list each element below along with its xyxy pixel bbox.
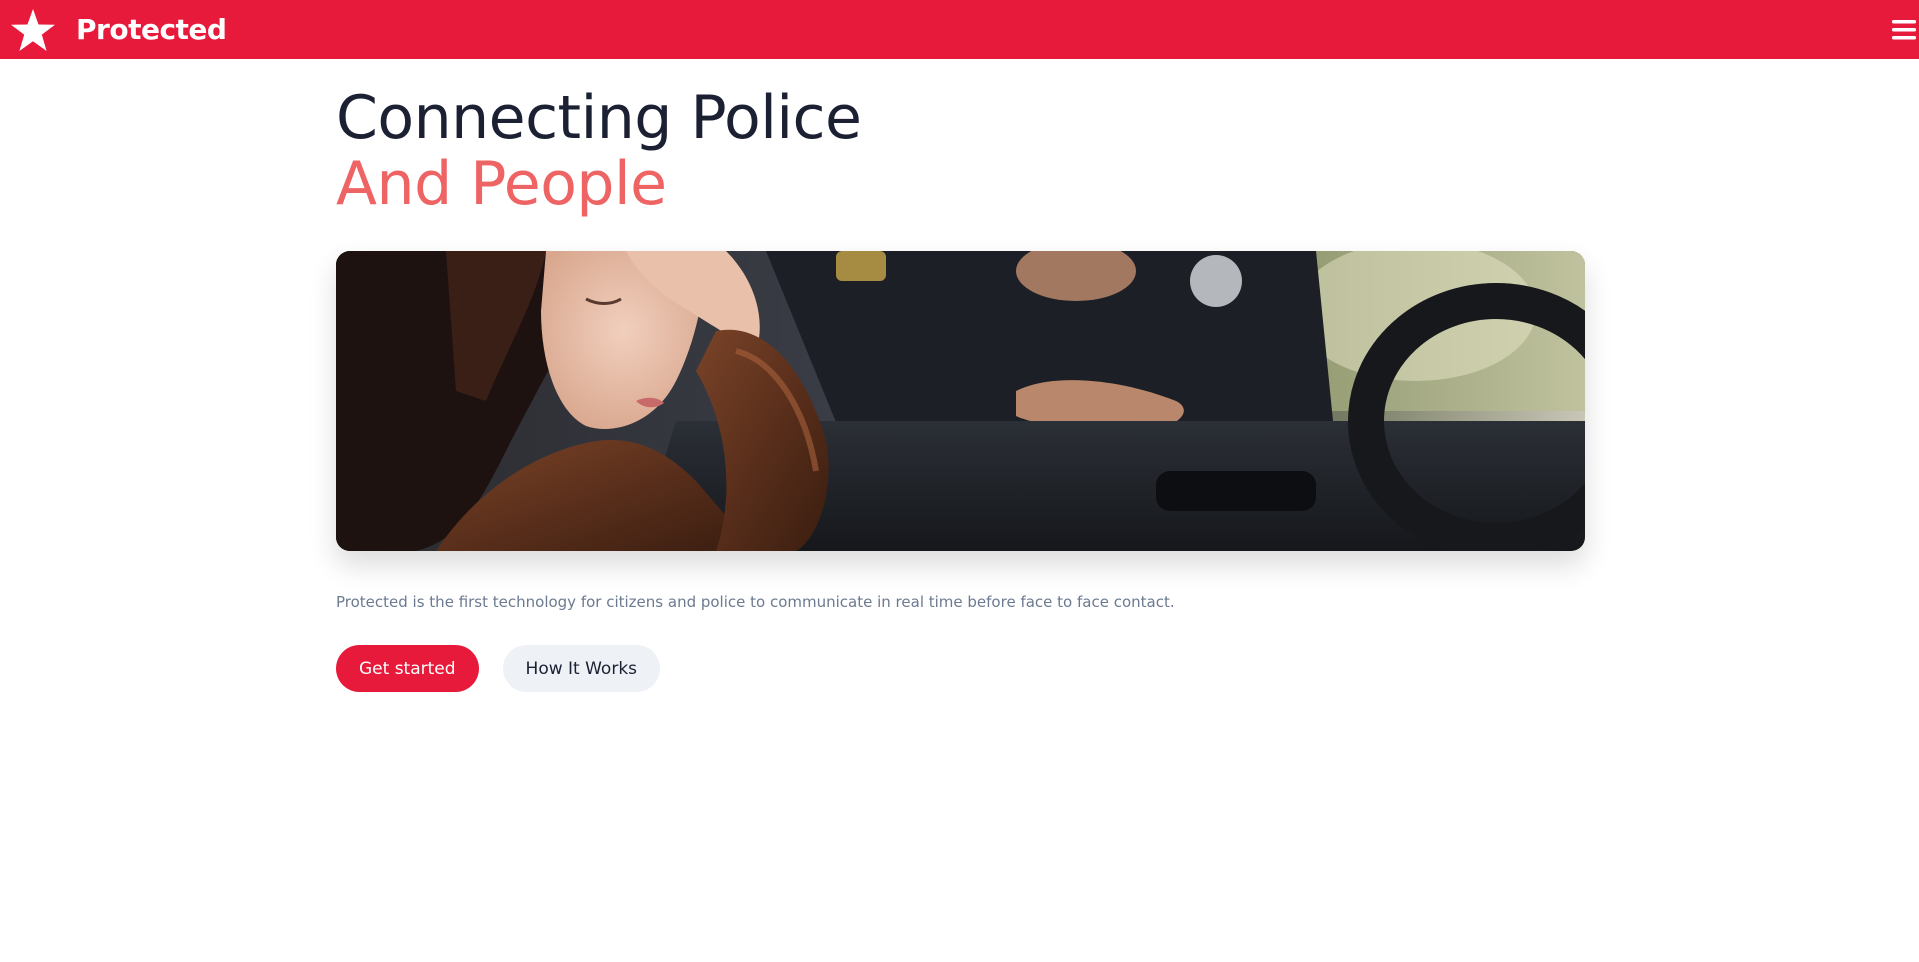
- hero-title-line-2: And People: [336, 149, 667, 219]
- how-it-works-button[interactable]: How It Works: [502, 645, 661, 692]
- hero-actions: Get started How It Works: [336, 645, 1585, 692]
- hero-title: Connecting Police And People: [336, 85, 1585, 217]
- hamburger-menu-icon[interactable]: [1889, 17, 1919, 43]
- brand[interactable]: Protected: [8, 0, 227, 59]
- hero-description: Protected is the first technology for ci…: [336, 593, 1175, 611]
- star-icon: [8, 5, 58, 55]
- hero-title-line-1: Connecting Police: [336, 83, 862, 153]
- get-started-button[interactable]: Get started: [336, 645, 479, 692]
- brand-name: Protected: [76, 13, 227, 46]
- top-navigation-bar: Protected: [0, 0, 1919, 59]
- hero-image: [336, 251, 1585, 551]
- hero-section: Connecting Police And People Protected i…: [336, 59, 1585, 692]
